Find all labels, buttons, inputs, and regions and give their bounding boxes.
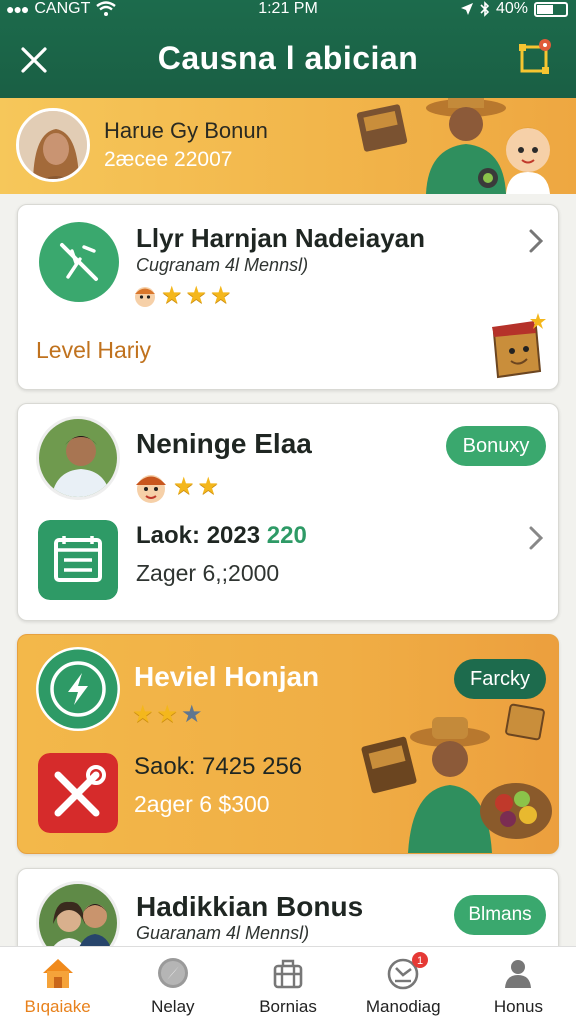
stat-value: Laok: 2023 220 [136,522,307,550]
bottom-nav: Bıqaiake Nelay Bornias 1 Manodiag Honus [0,946,576,1024]
top-bar: ●●● CANGT 1:21 PM 40% Causna l abician [0,0,576,98]
nav-item-gauge[interactable]: 1 Manodiag [346,947,461,1024]
stat-label: Saok: [134,753,196,780]
battery-percent: 40% [495,0,528,17]
banner-subtitle: 2æcee 22007 [104,148,233,171]
stat-value-primary: 2023 [206,522,261,549]
rating-stars: ★ ★ [132,468,219,506]
chevron-right-icon[interactable] [526,227,546,255]
farmer-illustration-icon [361,703,552,853]
nav-label: Bıqaiake [24,997,91,1016]
card-subtitle: Cugranam 4l Mennsl) [136,255,309,275]
compass-icon [157,958,188,988]
bonus-card-1[interactable]: Llyr Harnjan Nadeiayan Cugranam 4l Menns… [17,204,559,390]
bonus-card-2[interactable]: Neninge Elaa Bonuxy ★ ★ Laok: 2023 220 Z… [17,403,559,621]
card-footer-label: Level Hariy [36,337,152,363]
star-icon: ★ [181,701,203,728]
stat-value-secondary: 220 [266,522,307,549]
bonus-badge[interactable]: Bonuxy [446,426,546,466]
nav-label: Bornias [259,997,317,1016]
home-icon [42,959,73,988]
location-icon [460,3,473,15]
rating-stars: ★ ★ ★ [132,703,203,727]
treasure-box-icon [492,313,546,379]
avatar-portrait-icon [19,111,87,179]
bluetooth-icon [480,1,490,17]
star-icon: ★ [173,473,195,500]
kid-face-icon [135,287,155,307]
frame-icon[interactable] [516,38,556,78]
chevron-right-icon[interactable] [526,524,546,552]
lightning-icon [36,647,120,731]
star-icon: ★ [197,473,220,500]
nav-item-profile[interactable]: Honus [461,947,576,1024]
app-screen: ●●● CANGT 1:21 PM 40% Causna l abician H… [0,0,576,1024]
star-icon: ★ [210,282,232,309]
battery-icon [534,1,568,17]
page-title: Causna l abician [157,40,419,76]
calendar-icon [38,520,118,600]
bonus-badge[interactable]: Blmans [454,895,546,935]
bonus-badge[interactable]: Farcky [454,659,546,699]
tools-icon [38,753,118,833]
promo-banner[interactable]: Harue Gy Bonun 2æcee 22007 [0,98,576,194]
avatar [36,416,120,500]
profile-icon [505,960,532,988]
nav-item-briefcase[interactable]: Bornias [230,947,345,1024]
stat-subtext: 2ager 6 $300 [134,791,270,817]
card-title: Llyr Harnjan Nadeiayan [136,223,425,253]
notification-count: 1 [417,955,423,967]
star-icon: ★ [185,282,208,309]
avatar-portrait-icon [39,419,117,497]
star-icon: ★ [156,701,179,728]
rating-stars: ★ ★ ★ [132,283,232,309]
notification-badge-icon: 1 [412,952,429,968]
card-title: Hadikkian Bonus [136,891,364,922]
card-title: Neninge Elaa [136,428,312,459]
no-signal-icon [39,222,119,302]
nav-label: Honus [493,997,543,1016]
status-bar: ●●● CANGT 1:21 PM 40% [0,0,576,22]
stat-label: Laok: [136,522,201,549]
avatar [16,108,90,182]
card-title: Heviel Honjan [134,661,320,692]
briefcase-icon [273,959,303,989]
star-icon: ★ [132,701,154,728]
nav-label: Manodiag [365,997,441,1016]
stat-value: Saok: 7425 256 [134,753,302,781]
card-subtitle: Guaranam 4l Mennsl) [136,923,310,943]
star-icon: ★ [161,282,183,309]
stat-subtext: Zager 6,;2000 [136,560,280,586]
status-right: 40% [460,0,568,18]
banner-title: Harue Gy Bonun [104,118,268,143]
nav-item-compass[interactable]: Nelay [115,947,230,1024]
nav-item-home[interactable]: Bıqaiake [0,947,115,1024]
stat-value-primary: 7425 256 [202,753,303,780]
mascot-illustration-icon [356,98,550,194]
nav-label: Nelay [151,997,195,1016]
bonus-card-3[interactable]: Heviel Honjan Farcky ★ ★ ★ Saok: 7425 25… [17,634,559,854]
kid-face-icon [136,475,166,503]
